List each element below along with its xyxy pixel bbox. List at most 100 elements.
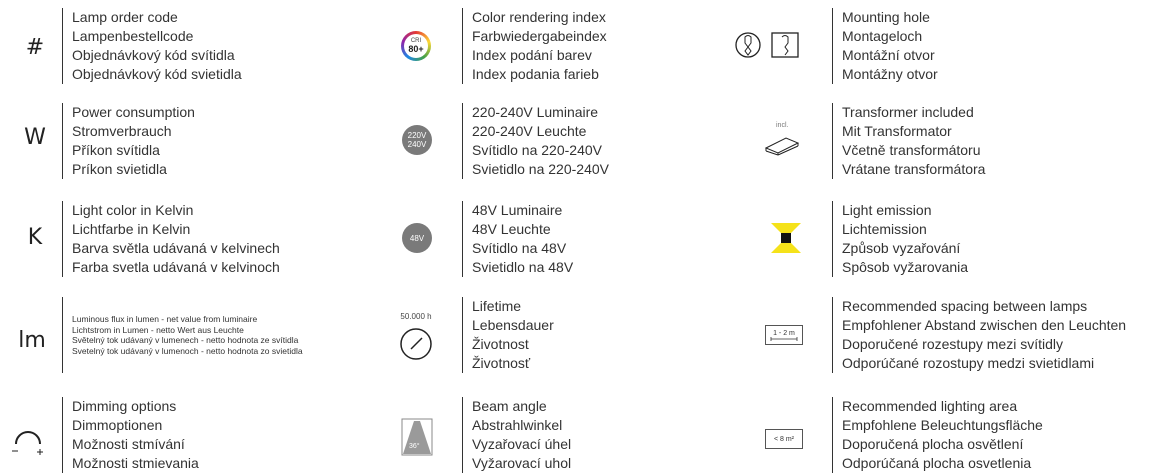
line-sk: Odporúčané rozostupy medzi svietidlami <box>842 355 1095 371</box>
divider <box>62 297 63 373</box>
line-sk: Vrátane transformátora <box>842 161 986 177</box>
divider <box>462 397 463 473</box>
line-cz: Svítidlo na 48V <box>472 240 567 256</box>
line-en: Color rendering index <box>472 9 606 25</box>
divider <box>462 8 463 84</box>
cri-value: 80+ <box>408 44 424 54</box>
line-en: 48V Luminaire <box>472 202 563 218</box>
divider <box>832 397 833 473</box>
line-sk: Možnosti stmievania <box>72 455 199 471</box>
line-cz: Způsob vyzařování <box>842 240 961 256</box>
line-de: Montageloch <box>842 28 923 44</box>
line-en: Dimming options <box>72 398 177 414</box>
divider <box>62 8 63 84</box>
line-cz: Včetně transformátoru <box>842 142 981 158</box>
line-cz: Životnost <box>472 336 529 352</box>
line-sk: Príkon svietidla <box>72 161 167 177</box>
line-de: Empfohlene Beleuchtungsfläche <box>842 417 1043 433</box>
area-value: < 8 m² <box>765 429 803 449</box>
entry-text: 48V Luminaire 48V Leuchte Svítidlo na 48… <box>472 201 573 277</box>
voltage-48-icon: 48V <box>401 222 433 254</box>
voltage-line-1: 220V <box>407 131 427 140</box>
area-icon: < 8 m² <box>764 427 804 451</box>
line-en: Lamp order code <box>72 9 178 25</box>
line-en: Lifetime <box>472 298 522 314</box>
line-de: Farbwiedergabeindex <box>472 28 607 44</box>
entry-text: Beam angle Abstrahlwinkel Vyzařovací úhe… <box>472 397 571 473</box>
entry-text: Light color in Kelvin Lichtfarbe in Kelv… <box>72 201 280 277</box>
entry-text: Power consumption Stromverbrauch Příkon … <box>72 103 195 179</box>
entry-text: Luminous flux in lumen - net value from … <box>72 314 303 356</box>
line-en: Light color in Kelvin <box>72 202 194 218</box>
entry-text: Color rendering index Farbwiedergabeinde… <box>472 8 607 84</box>
hash-icon: # <box>25 34 45 60</box>
line-cz: Svítidlo na 220-240V <box>472 142 602 158</box>
line-de: Empfohlener Abstand zwischen den Leuchte… <box>842 317 1127 333</box>
line-cz: Možnosti stmívání <box>72 436 185 452</box>
line-cz: Doporučené rozestupy mezi svítidly <box>842 336 1063 352</box>
entry-text: Lifetime Lebensdauer Životnost Životnosť <box>472 297 554 373</box>
divider <box>832 8 833 84</box>
divider <box>832 297 833 373</box>
line-en: Recommended lighting area <box>842 398 1018 414</box>
spacing-value: 1 - 2 m <box>773 329 795 337</box>
line-cz: Příkon svítidla <box>72 142 160 158</box>
line-sk: Index podania farieb <box>472 66 599 82</box>
line-de: Lichtfarbe in Kelvin <box>72 221 191 237</box>
line-cz: Světelný tok udávaný v lumenech - netto … <box>72 335 299 345</box>
voltage-line-2: 240V <box>407 140 427 149</box>
entry-text: Lamp order code Lampenbestellcode Objedn… <box>72 8 242 84</box>
beam-angle-value: 36° <box>409 443 420 450</box>
entry-text: Light emission Lichtemission Způsob vyza… <box>842 201 968 277</box>
divider <box>62 397 63 473</box>
line-cz: Vyzařovací úhel <box>472 436 572 452</box>
line-en: 220-240V Luminaire <box>472 104 599 120</box>
cri-icon: CRI 80+ <box>400 30 432 62</box>
lifetime-gauge-icon: 50.000 h <box>393 312 439 362</box>
line-de: Lichtstrom in Lumen - netto Wert aus Leu… <box>72 324 244 335</box>
line-de: Mit Transformator <box>842 123 952 139</box>
line-cz: Index podání barev <box>472 47 592 63</box>
line-sk: Svietidlo na 220-240V <box>472 161 609 177</box>
entry-text: Mounting hole Montageloch Montážní otvor… <box>842 8 938 84</box>
line-sk: Odporúčaná plocha osvetlenia <box>842 455 1032 471</box>
line-sk: Svietidlo na 48V <box>472 259 574 275</box>
line-cz: Doporučená plocha osvětlení <box>842 436 1024 452</box>
entry-text: Dimming options Dimmoptionen Možnosti st… <box>72 397 199 473</box>
entry-text: Transformer included Mit Transformator V… <box>842 103 985 179</box>
line-en: Luminous flux in lumen - net value from … <box>72 314 258 324</box>
kelvin-icon: K <box>27 224 43 250</box>
dimming-icon <box>8 418 48 458</box>
line-en: Light emission <box>842 202 932 218</box>
lumen-icon: lm <box>18 327 46 353</box>
transformer-label: incl. <box>776 122 789 129</box>
divider <box>62 201 63 277</box>
line-sk: Montážny otvor <box>842 66 938 82</box>
line-cz: Objednávkový kód svítidla <box>72 47 235 63</box>
line-en: Recommended spacing between lamps <box>842 298 1088 314</box>
divider <box>832 201 833 277</box>
line-sk: Objednávkový kód svietidla <box>72 66 242 82</box>
entry-text: Recommended lighting area Empfohlene Bel… <box>842 397 1043 473</box>
line-en: Power consumption <box>72 104 195 120</box>
transformer-icon: incl. <box>762 122 802 158</box>
divider <box>462 201 463 277</box>
entry-text: 220-240V Luminaire 220-240V Leuchte Svít… <box>472 103 609 179</box>
spacing-icon: 1 - 2 m <box>764 323 804 347</box>
line-cz: Barva světla udávaná v kelvinech <box>72 240 280 256</box>
light-emission-icon <box>768 220 804 256</box>
line-de: Stromverbrauch <box>72 123 172 139</box>
line-sk: Vyžarovací uhol <box>472 455 572 471</box>
entry-text: Recommended spacing between lamps Empfoh… <box>842 297 1126 373</box>
line-de: 220-240V Leuchte <box>472 123 587 139</box>
line-de: Lichtemission <box>842 221 927 237</box>
divider <box>462 297 463 373</box>
divider <box>62 103 63 179</box>
line-sk: Spôsob vyžarovania <box>842 259 969 275</box>
line-en: Mounting hole <box>842 9 930 25</box>
divider <box>462 103 463 179</box>
line-de: Dimmoptionen <box>72 417 163 433</box>
beam-angle-icon: 36° <box>401 418 433 456</box>
line-cz: Montážní otvor <box>842 47 935 63</box>
line-en: Transformer included <box>842 104 974 120</box>
